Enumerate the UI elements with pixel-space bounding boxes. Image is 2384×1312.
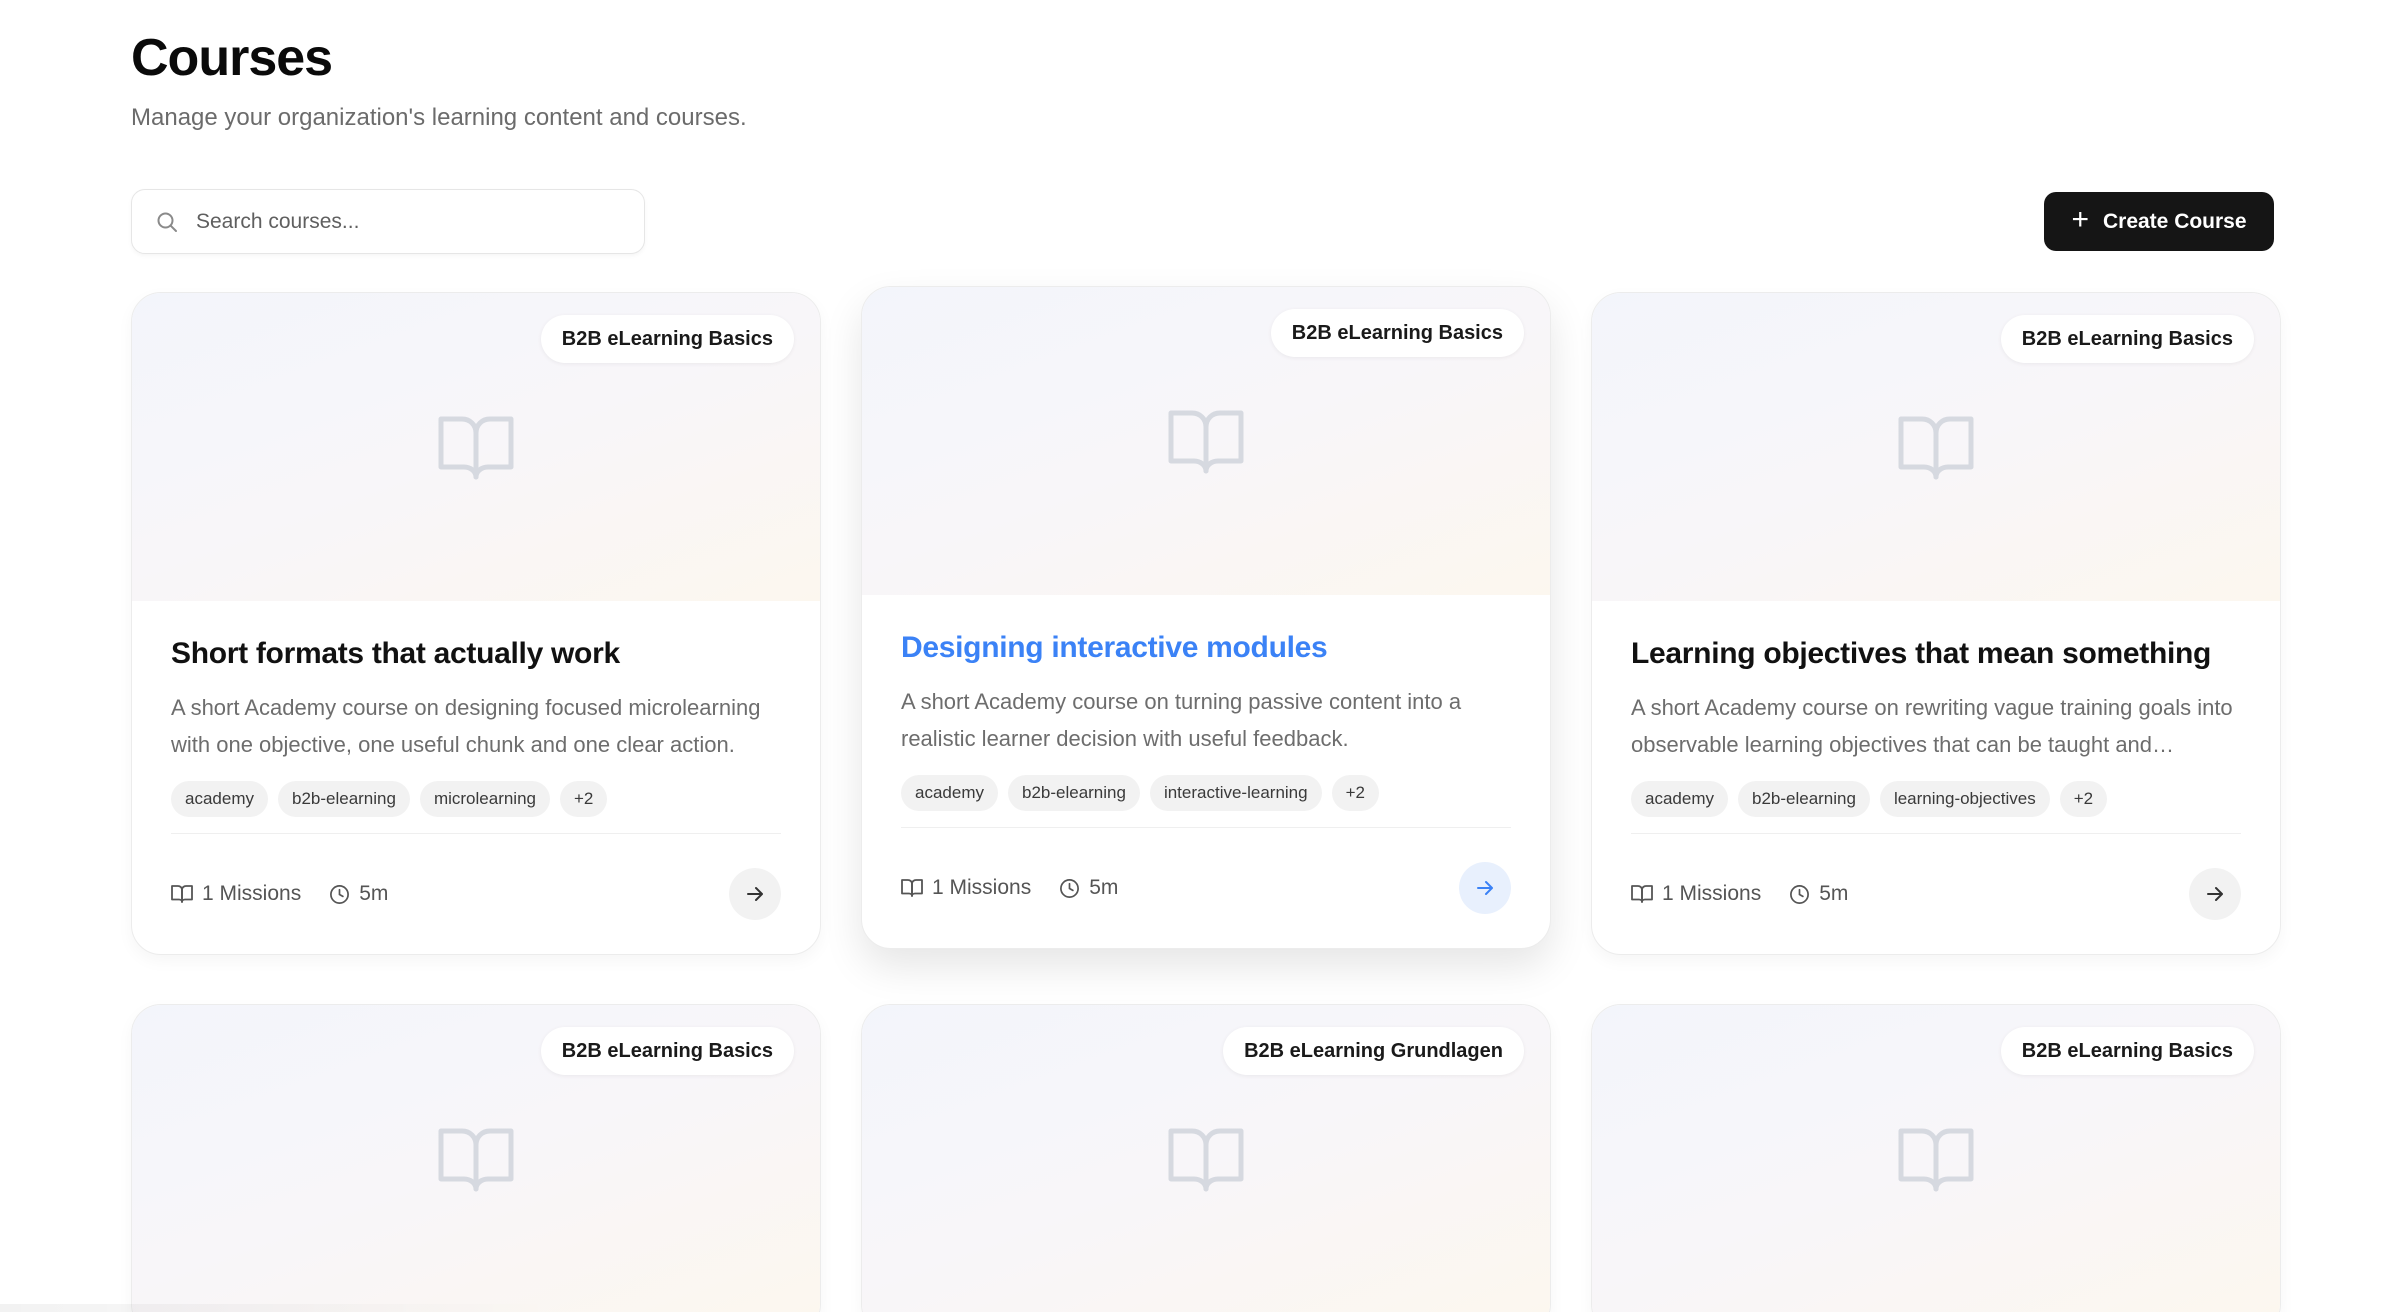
tag: b2b-elearning — [1007, 775, 1140, 811]
course-tags: academy b2b-elearning interactive-learni… — [901, 775, 1511, 828]
book-icon — [1631, 885, 1653, 903]
course-title[interactable]: Designing interactive modules — [901, 631, 1511, 665]
arrow-right-icon — [2207, 887, 2223, 901]
tag-more-count: +2 — [1331, 775, 1379, 811]
tag: academy — [1631, 781, 1728, 817]
book-icon — [1898, 1128, 1974, 1192]
missions-count: 1 Missions — [171, 882, 301, 906]
course-cover: B2B eLearning Basics — [132, 293, 820, 601]
missions-label: 1 Missions — [202, 882, 302, 905]
tag-more-count: +2 — [2059, 781, 2108, 817]
book-icon — [1168, 410, 1244, 474]
duration: 5m — [1059, 876, 1118, 900]
course-card[interactable]: B2B eLearning Basics — [1591, 1004, 2281, 1312]
tag: microlearning — [419, 781, 550, 817]
create-course-label: Create Course — [2102, 209, 2247, 233]
open-course-button[interactable] — [729, 868, 781, 920]
course-description: A short Academy course on rewriting vagu… — [1631, 695, 2233, 757]
course-cover: B2B eLearning Basics — [132, 1005, 820, 1312]
duration-label: 5m — [1819, 882, 1849, 905]
arrow-right-icon — [747, 887, 763, 901]
course-card[interactable]: B2B eLearning Grundlagen — [861, 1004, 1551, 1312]
course-title[interactable]: Learning objectives that mean something — [1631, 637, 2241, 671]
book-icon — [901, 879, 923, 897]
course-tags: academy b2b-elearning learning-objective… — [1631, 781, 2241, 834]
clock-icon — [1790, 884, 1810, 904]
course-card[interactable]: B2B eLearning Basics Designing interacti… — [861, 286, 1551, 949]
open-course-button[interactable] — [1459, 862, 1511, 914]
duration-label: 5m — [1089, 876, 1119, 899]
plus-icon: + — [2071, 203, 2089, 236]
missions-count: 1 Missions — [1631, 882, 1761, 906]
book-icon — [438, 416, 514, 480]
page-title: Courses — [131, 29, 333, 87]
course-title[interactable]: Short formats that actually work — [171, 637, 781, 671]
search-icon — [154, 209, 180, 235]
missions-label: 1 Missions — [932, 876, 1032, 899]
tag: interactive-learning — [1149, 775, 1322, 811]
course-card[interactable]: B2B eLearning Basics Learning objectives… — [1591, 292, 2281, 955]
course-cover: B2B eLearning Grundlagen — [862, 1005, 1550, 1312]
duration: 5m — [1789, 882, 1848, 906]
course-cover: B2B eLearning Basics — [1592, 1005, 2280, 1312]
category-badge: B2B eLearning Basics — [2000, 1027, 2254, 1075]
arrow-right-icon — [1477, 881, 1493, 895]
book-icon — [1898, 416, 1974, 480]
book-icon — [171, 885, 193, 903]
category-badge: B2B eLearning Basics — [1270, 309, 1524, 357]
search-input[interactable] — [196, 209, 616, 234]
duration-label: 5m — [359, 882, 389, 905]
tag: learning-objectives — [1879, 781, 2050, 817]
missions-count: 1 Missions — [901, 876, 1031, 900]
tag: academy — [901, 775, 998, 811]
course-description: A short Academy course on turning passiv… — [901, 689, 1462, 751]
category-badge: B2B eLearning Basics — [2000, 315, 2254, 363]
course-tags: academy b2b-elearning microlearning +2 — [171, 781, 781, 834]
clock-icon — [330, 884, 350, 904]
course-cover: B2B eLearning Basics — [862, 287, 1550, 595]
category-badge: B2B eLearning Basics — [540, 1027, 794, 1075]
tag: academy — [171, 781, 268, 817]
course-card[interactable]: B2B eLearning Basics — [131, 1004, 821, 1312]
clock-icon — [1060, 878, 1080, 898]
create-course-button[interactable]: + Create Course — [2044, 192, 2274, 251]
missions-label: 1 Missions — [1662, 882, 1762, 905]
course-card[interactable]: B2B eLearning Basics Short formats that … — [131, 292, 821, 955]
duration: 5m — [329, 882, 388, 906]
search-box[interactable] — [131, 189, 645, 254]
open-course-button[interactable] — [2189, 868, 2241, 920]
page-subtitle: Manage your organization's learning cont… — [131, 104, 747, 131]
tag: b2b-elearning — [1737, 781, 1870, 817]
category-badge: B2B eLearning Grundlagen — [1223, 1027, 1524, 1075]
tag-more-count: +2 — [560, 781, 608, 817]
course-cover: B2B eLearning Basics — [1592, 293, 2280, 601]
category-badge: B2B eLearning Basics — [540, 315, 794, 363]
tag: b2b-elearning — [277, 781, 410, 817]
course-description: A short Academy course on designing focu… — [171, 695, 761, 757]
book-icon — [438, 1128, 514, 1192]
bottom-shadow — [0, 1304, 560, 1312]
book-icon — [1168, 1128, 1244, 1192]
